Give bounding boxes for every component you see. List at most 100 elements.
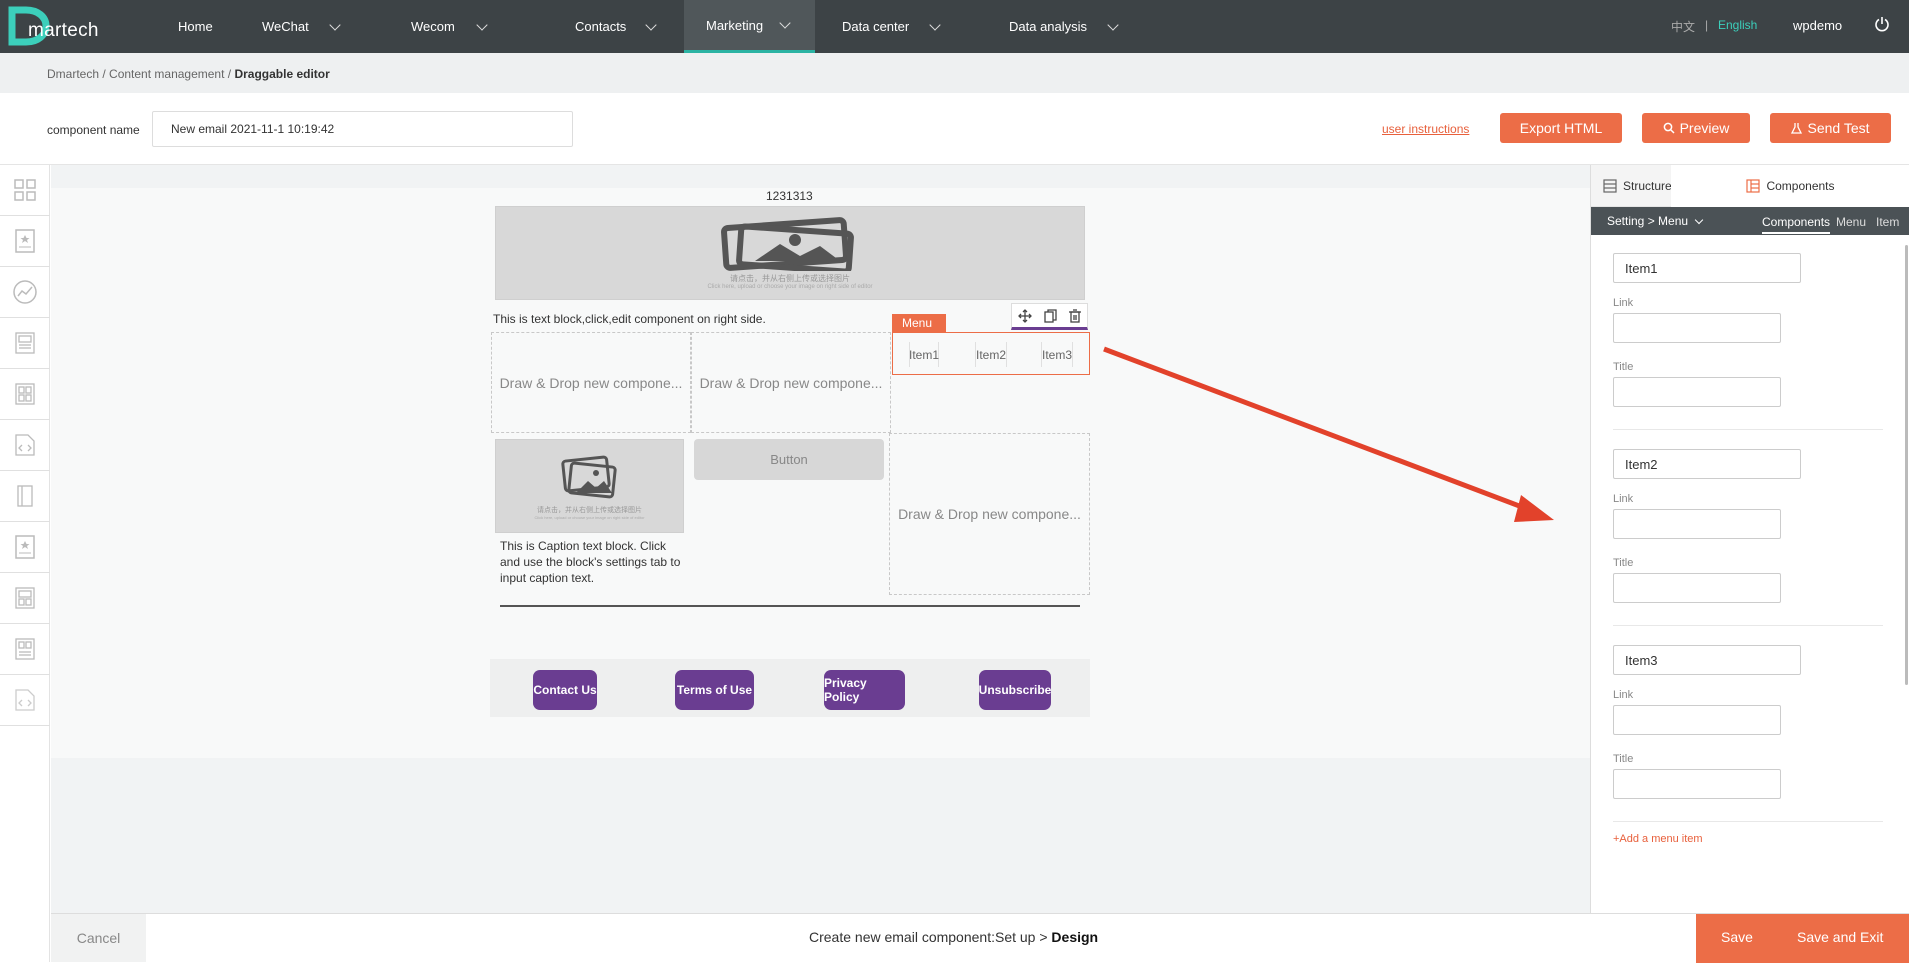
layout-icon [15, 638, 35, 660]
menu-item-label: Item2 [976, 347, 1007, 362]
rail-layout-1[interactable] [0, 318, 50, 369]
component-rail [0, 165, 50, 962]
subtab-menu[interactable]: Menu [1836, 215, 1866, 229]
panel-tabs: Structure Components [1591, 165, 1909, 207]
scrollbar[interactable] [1905, 245, 1908, 685]
nav-home-label: Home [178, 19, 213, 34]
component-name-input[interactable] [152, 111, 573, 147]
chevron-down-icon [779, 17, 791, 29]
privacy-policy-button[interactable]: Privacy Policy [824, 670, 905, 710]
footer-buttons-block[interactable]: Contact Us Terms of Use Privacy Policy U… [490, 659, 1090, 717]
save-button[interactable]: Save [1721, 929, 1753, 945]
nav-contacts[interactable]: Contacts [575, 0, 657, 53]
nav-marketing-label: Marketing [706, 17, 764, 33]
menu-item-label: Item1 [909, 347, 940, 362]
item-separator [1613, 821, 1883, 822]
breadcrumb-content-management[interactable]: Content management [109, 67, 224, 81]
rail-layout-4[interactable] [0, 624, 50, 675]
subtab-item[interactable]: Item [1876, 215, 1899, 229]
lang-chinese[interactable]: 中文 [1671, 18, 1695, 35]
email-title-text[interactable]: 1231313 [766, 189, 813, 203]
breadcrumb-dmartech[interactable]: Dmartech [47, 67, 99, 81]
caption-text-block[interactable]: This is Caption text block. Click and us… [500, 538, 685, 586]
subtab-components[interactable]: Components [1762, 215, 1831, 234]
setting-crumb[interactable]: Setting > Menu [1607, 214, 1704, 228]
user-name[interactable]: wpdemo [1793, 18, 1842, 33]
chart-icon [13, 280, 37, 304]
item3-name-input[interactable] [1613, 645, 1801, 675]
send-test-label: Send Test [1807, 120, 1870, 136]
button-block[interactable]: Button [694, 439, 884, 480]
export-html-button[interactable]: Export HTML [1500, 113, 1622, 143]
save-and-exit-button[interactable]: Save and Exit [1797, 929, 1883, 945]
nav-marketing[interactable]: Marketing [684, 0, 815, 53]
dmartech-logo[interactable]: martech [8, 6, 98, 46]
tab-components[interactable]: Components [1671, 165, 1909, 207]
user-instructions-link[interactable]: user instructions [1382, 122, 1469, 136]
nav-home[interactable]: Home [178, 0, 213, 53]
item3-link-input[interactable] [1613, 705, 1781, 735]
rail-code-2[interactable] [0, 675, 50, 726]
grid-icon [14, 179, 36, 201]
rail-layout-2[interactable] [0, 369, 50, 420]
menu-component-tag[interactable]: Menu [892, 314, 946, 332]
lang-separator: | [1705, 18, 1709, 32]
nav-wecom-label: Wecom [411, 19, 455, 34]
drop-zone-label: Draw & Drop new compone... [898, 506, 1081, 522]
rail-code[interactable] [0, 420, 50, 471]
card-icon [15, 535, 35, 559]
text-block[interactable]: This is text block,click,edit component … [493, 312, 766, 326]
copy-icon[interactable] [1044, 308, 1057, 323]
item2-name-input[interactable] [1613, 449, 1801, 479]
unsubscribe-button[interactable]: Unsubscribe [979, 670, 1051, 710]
logo-text: martech [28, 20, 99, 41]
step-indicator: Create new email component:Set up > Desi… [809, 929, 1098, 945]
caption-image-block[interactable]: 请点击，并从右侧上传或选择图片 Click here, upload or ch… [495, 439, 684, 533]
bottom-action-bar: Cancel Create new email component:Set up… [51, 913, 1909, 963]
contact-us-button[interactable]: Contact Us [533, 670, 597, 710]
power-icon[interactable] [1874, 16, 1890, 32]
drop-zone-3[interactable]: Draw & Drop new compone... [889, 433, 1090, 595]
cancel-button[interactable]: Cancel [51, 914, 146, 962]
item1-name-input[interactable] [1613, 253, 1801, 283]
menu-item-2[interactable]: Item2 [975, 342, 1007, 367]
rail-layout-3[interactable] [0, 573, 50, 624]
image-placeholder-icon [560, 455, 617, 498]
lang-english[interactable]: English [1718, 18, 1757, 32]
item1-link-input[interactable] [1613, 313, 1781, 343]
item3-title-input[interactable] [1613, 769, 1781, 799]
rail-chart[interactable] [0, 267, 50, 318]
item2-title-input[interactable] [1613, 573, 1781, 603]
move-icon[interactable] [1018, 308, 1032, 323]
nav-wechat[interactable]: WeChat [262, 0, 341, 53]
item2-link-input[interactable] [1613, 509, 1781, 539]
rail-card-2[interactable] [0, 522, 50, 573]
item1-title-input[interactable] [1613, 377, 1781, 407]
menu-component[interactable]: Item1 Item2 Item3 [892, 332, 1090, 375]
drop-zone-1[interactable]: Draw & Drop new compone... [491, 332, 691, 433]
book-icon [17, 485, 33, 507]
nav-data-center[interactable]: Data center [842, 0, 941, 53]
add-menu-item-link[interactable]: +Add a menu item [1613, 833, 1703, 845]
menu-item-1[interactable]: Item1 [909, 342, 939, 367]
terms-of-use-button[interactable]: Terms of Use [675, 670, 754, 710]
drop-zone-2[interactable]: Draw & Drop new compone... [691, 332, 891, 433]
breadcrumb: Dmartech / Content management / Draggabl… [47, 67, 330, 81]
menu-item-3[interactable]: Item3 [1041, 342, 1073, 367]
rail-card[interactable] [0, 216, 50, 267]
item1-title-label: Title [1613, 361, 1634, 373]
nav-wecom[interactable]: Wecom [411, 0, 488, 53]
header-image-block[interactable]: 请点击，并从右侧上传或选择图片 Click here, upload or ch… [495, 206, 1085, 300]
layout-icon [15, 332, 35, 354]
nav-data-analysis[interactable]: Data analysis [1009, 0, 1119, 53]
trash-icon[interactable] [1069, 308, 1081, 323]
nav-data-analysis-label: Data analysis [1009, 19, 1088, 34]
rail-grid[interactable] [0, 165, 50, 216]
preview-label: Preview [1679, 120, 1730, 136]
preview-button[interactable]: Preview [1642, 113, 1750, 143]
divider-block[interactable] [500, 605, 1080, 607]
tab-structure[interactable]: Structure [1597, 165, 1677, 207]
rail-book[interactable] [0, 471, 50, 522]
structure-icon [1603, 179, 1617, 193]
send-test-button[interactable]: Send Test [1770, 113, 1891, 143]
